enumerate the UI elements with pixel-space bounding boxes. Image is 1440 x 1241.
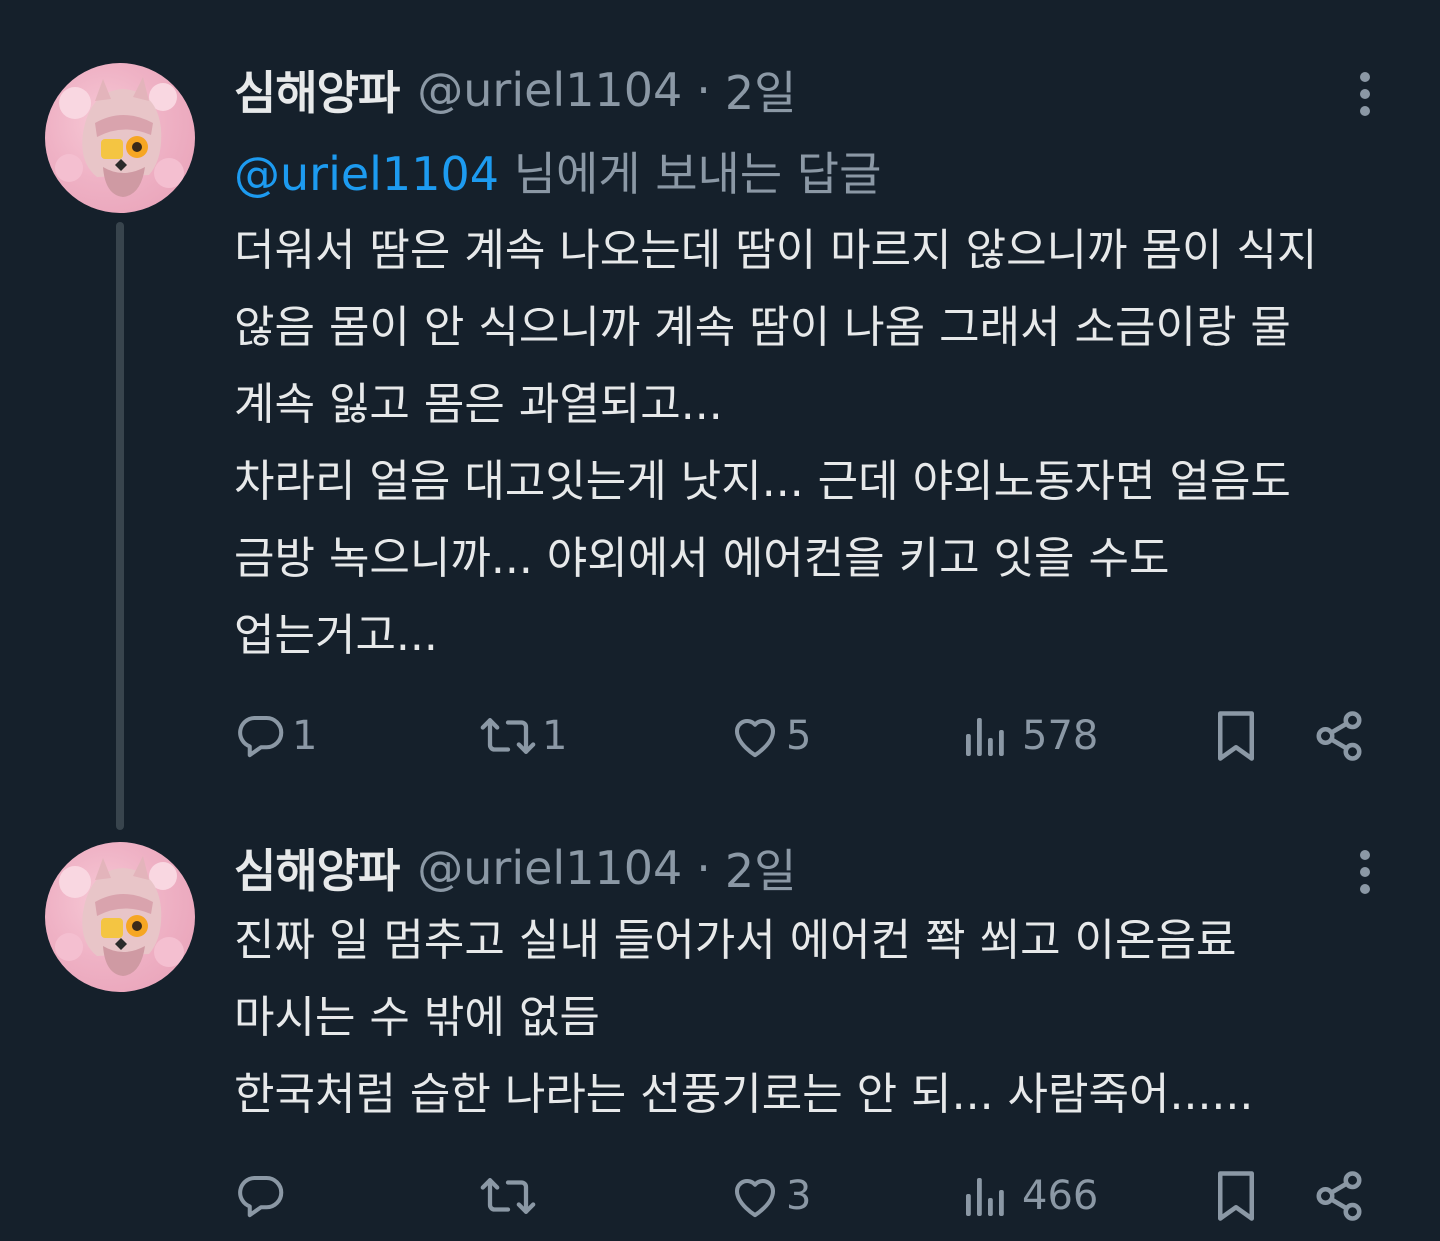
display-name[interactable]: 심해양파 (234, 835, 400, 901)
like-count: 5 (786, 713, 812, 759)
like-button[interactable]: 5 (728, 706, 811, 766)
bookmark-icon (1218, 1171, 1254, 1221)
action-bar: 3 466 (0, 1166, 1440, 1226)
replying-to-suffix: 님에게 보내는 답글 (499, 147, 882, 201)
reply-count: 1 (292, 713, 318, 759)
avatar[interactable] (45, 842, 195, 992)
tweet-text-line: 한국처럼 습한 나라는 선풍기로는 안 되... 사람죽어...... (234, 1069, 1254, 1120)
reply-button[interactable]: 1 (234, 706, 317, 766)
bookmark-icon (1218, 711, 1254, 761)
share-icon (1316, 1171, 1362, 1221)
handle[interactable]: @uriel1104 (417, 63, 682, 117)
separator-dot: · (696, 63, 711, 117)
mention-link[interactable]: @uriel1104 (234, 147, 499, 201)
like-button[interactable]: 3 (728, 1166, 811, 1226)
handle[interactable]: @uriel1104 (417, 841, 682, 895)
separator-dot: · (696, 841, 711, 895)
more-icon (1360, 850, 1370, 894)
tweet-header: 심해양파 @uriel1104 · 2일 (234, 60, 797, 120)
tweet-text-line: 진짜 일 멈추고 실내 들어가서 에어컨 쫙 쐬고 이온음료 (234, 915, 1237, 966)
bookmark-button[interactable] (1212, 1166, 1260, 1226)
retweet-icon (480, 718, 536, 754)
tweet-text: 진짜 일 멈추고 실내 들어가서 에어컨 쫙 쐬고 이온음료 마시는 수 밖에 … (234, 902, 1394, 1133)
retweet-button[interactable] (478, 1166, 542, 1226)
heart-icon (734, 1179, 776, 1218)
reply-button[interactable] (234, 1166, 292, 1226)
tweet-text-line: 마시는 수 밖에 없듬 (234, 992, 600, 1043)
like-count: 3 (786, 1173, 812, 1219)
views-count: 466 (1022, 1173, 1099, 1219)
retweet-icon (480, 1178, 536, 1214)
tweet-text-line: 계속 잃고 몸은 과열되고... (234, 379, 723, 430)
avatar-image (55, 856, 184, 976)
reply-icon (238, 1175, 284, 1218)
views-icon (966, 718, 1004, 756)
tweet-text-line: 금방 녹으니까... 야외에서 에어컨을 키고 잇을 수도 (234, 533, 1170, 584)
heart-icon (734, 719, 776, 758)
tweet-text-line: 업는거고... (234, 610, 438, 661)
tweet[interactable]: 심해양파 @uriel1104 · 2일 @uriel1104 님에게 보내는 … (0, 0, 1440, 830)
timeline: 심해양파 @uriel1104 · 2일 @uriel1104 님에게 보내는 … (0, 0, 1440, 1241)
reply-icon (238, 715, 284, 758)
action-bar: 1 1 5 578 (0, 706, 1440, 766)
avatar-image (55, 77, 184, 197)
display-name[interactable]: 심해양파 (234, 57, 400, 123)
replying-to: @uriel1104 님에게 보내는 답글 (234, 138, 881, 204)
tweet-header: 심해양파 @uriel1104 · 2일 (234, 838, 797, 898)
views-button[interactable]: 578 (964, 706, 1098, 766)
tweet-text-line: 차라리 얼음 대고잇는게 낫지... 근데 야외노동자면 얼음도 (234, 456, 1291, 507)
tweet[interactable]: 심해양파 @uriel1104 · 2일 진짜 일 멈추고 실내 들어가서 에어… (0, 830, 1440, 1241)
more-button[interactable] (1340, 66, 1390, 122)
bookmark-button[interactable] (1212, 706, 1260, 766)
more-button[interactable] (1340, 844, 1390, 900)
retweet-button[interactable]: 1 (478, 706, 567, 766)
tweet-text: 더워서 땀은 계속 나오는데 땀이 마르지 않으니까 몸이 식지 않음 몸이 안… (234, 212, 1394, 674)
views-count: 578 (1022, 713, 1099, 759)
avatar[interactable] (45, 63, 195, 213)
tweet-text-line: 않음 몸이 안 식으니까 계속 땀이 나옴 그래서 소금이랑 물 (234, 302, 1291, 353)
share-icon (1316, 711, 1362, 761)
timestamp[interactable]: 2일 (725, 835, 797, 901)
retweet-count: 1 (542, 713, 568, 759)
share-button[interactable] (1312, 706, 1366, 766)
timestamp[interactable]: 2일 (725, 57, 797, 123)
tweet-text-line: 더워서 땀은 계속 나오는데 땀이 마르지 않으니까 몸이 식지 (234, 225, 1318, 276)
more-icon (1360, 72, 1370, 116)
share-button[interactable] (1312, 1166, 1366, 1226)
views-icon (966, 1178, 1004, 1216)
views-button[interactable]: 466 (964, 1166, 1098, 1226)
